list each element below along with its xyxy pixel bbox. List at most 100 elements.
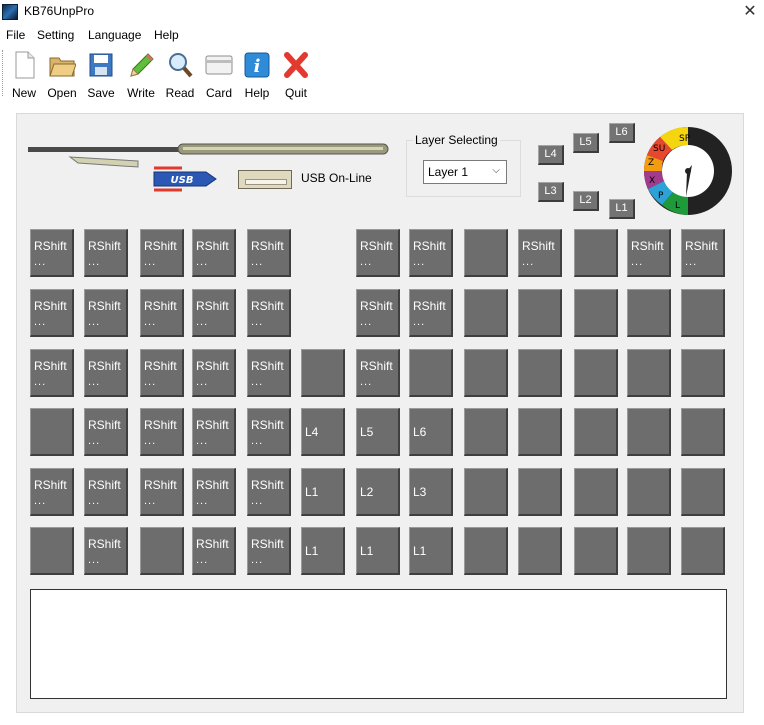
close-window-button[interactable]: ✕ (738, 2, 762, 22)
key-r6-c6[interactable]: L1 (301, 527, 345, 575)
key-r5-c1[interactable]: RShift... (30, 468, 74, 516)
key-r1-c5[interactable]: RShift... (247, 229, 291, 277)
layer-dial[interactable]: SP SU Z X P L (642, 125, 734, 217)
key-r4-c2[interactable]: RShift... (84, 408, 128, 456)
open-button[interactable]: Open (43, 50, 81, 100)
new-button[interactable]: New (5, 50, 43, 100)
key-r3-c13[interactable] (681, 349, 725, 397)
key-r3-c5[interactable]: RShift... (247, 349, 291, 397)
key-r5-c4[interactable]: RShift... (192, 468, 236, 516)
key-r2-c8[interactable]: RShift... (409, 289, 453, 337)
key-r6-c3[interactable] (140, 527, 184, 575)
key-r2-c12[interactable] (627, 289, 671, 337)
write-button[interactable]: Write (122, 50, 160, 100)
key-r3-c8[interactable] (409, 349, 453, 397)
key-r4-c7[interactable]: L5 (356, 408, 400, 456)
key-r3-c12[interactable] (627, 349, 671, 397)
key-r6-c2[interactable]: RShift... (84, 527, 128, 575)
key-r5-c10[interactable] (518, 468, 562, 516)
toolbar-grip[interactable] (2, 50, 4, 96)
key-r3-c9[interactable] (464, 349, 508, 397)
key-r6-c13[interactable] (681, 527, 725, 575)
key-r3-c4[interactable]: RShift... (192, 349, 236, 397)
key-r3-c7[interactable]: RShift... (356, 349, 400, 397)
key-r4-c5[interactable]: RShift... (247, 408, 291, 456)
key-r5-c7[interactable]: L2 (356, 468, 400, 516)
key-r6-c5[interactable]: RShift... (247, 527, 291, 575)
key-r5-c2[interactable]: RShift... (84, 468, 128, 516)
key-r4-c6[interactable]: L4 (301, 408, 345, 456)
key-r5-c11[interactable] (574, 468, 618, 516)
key-r6-c9[interactable] (464, 527, 508, 575)
layer-button-l4[interactable]: L4 (538, 145, 564, 165)
key-r6-c12[interactable] (627, 527, 671, 575)
output-text-area[interactable] (30, 589, 727, 699)
layer-button-l3[interactable]: L3 (538, 182, 564, 202)
key-r2-c2[interactable]: RShift... (84, 289, 128, 337)
key-r2-c4[interactable]: RShift... (192, 289, 236, 337)
key-label: RShift (360, 299, 393, 313)
key-r4-c3[interactable]: RShift... (140, 408, 184, 456)
key-r4-c11[interactable] (574, 408, 618, 456)
key-r6-c8[interactable]: L1 (409, 527, 453, 575)
read-button[interactable]: Read (161, 50, 199, 100)
key-r2-c3[interactable]: RShift... (140, 289, 184, 337)
key-r4-c8[interactable]: L6 (409, 408, 453, 456)
layer-button-l6[interactable]: L6 (609, 123, 635, 143)
key-r6-c10[interactable] (518, 527, 562, 575)
key-r3-c3[interactable]: RShift... (140, 349, 184, 397)
key-r6-c11[interactable] (574, 527, 618, 575)
key-r6-c4[interactable]: RShift... (192, 527, 236, 575)
key-r6-c1[interactable] (30, 527, 74, 575)
key-r1-c1[interactable]: RShift... (30, 229, 74, 277)
card-button[interactable]: Card (200, 50, 238, 100)
key-r4-c12[interactable] (627, 408, 671, 456)
key-r1-c12[interactable]: RShift... (627, 229, 671, 277)
key-r1-c13[interactable]: RShift... (681, 229, 725, 277)
save-button[interactable]: Save (82, 50, 120, 100)
key-r2-c7[interactable]: RShift... (356, 289, 400, 337)
key-r4-c4[interactable]: RShift... (192, 408, 236, 456)
key-r5-c3[interactable]: RShift... (140, 468, 184, 516)
key-r2-c11[interactable] (574, 289, 618, 337)
key-r6-c7[interactable]: L1 (356, 527, 400, 575)
quit-button[interactable]: Quit (277, 50, 315, 100)
layer-button-l2[interactable]: L2 (573, 191, 599, 211)
key-r5-c5[interactable]: RShift... (247, 468, 291, 516)
menu-help[interactable]: Help (154, 28, 179, 42)
key-r2-c5[interactable]: RShift... (247, 289, 291, 337)
key-r2-c9[interactable] (464, 289, 508, 337)
key-r2-c13[interactable] (681, 289, 725, 337)
key-r2-c1[interactable]: RShift... (30, 289, 74, 337)
menu-file[interactable]: File (6, 28, 25, 42)
key-r5-c13[interactable] (681, 468, 725, 516)
key-r1-c11[interactable] (574, 229, 618, 277)
key-r1-c4[interactable]: RShift... (192, 229, 236, 277)
key-r1-c7[interactable]: RShift... (356, 229, 400, 277)
layer-button-l1[interactable]: L1 (609, 199, 635, 219)
key-r3-c11[interactable] (574, 349, 618, 397)
menu-setting[interactable]: Setting (37, 28, 74, 42)
key-r4-c1[interactable] (30, 408, 74, 456)
key-r1-c9[interactable] (464, 229, 508, 277)
key-r4-c13[interactable] (681, 408, 725, 456)
key-r1-c3[interactable]: RShift... (140, 229, 184, 277)
key-r1-c2[interactable]: RShift... (84, 229, 128, 277)
key-r5-c6[interactable]: L1 (301, 468, 345, 516)
key-r2-c10[interactable] (518, 289, 562, 337)
key-r1-c8[interactable]: RShift... (409, 229, 453, 277)
key-r1-c10[interactable]: RShift... (518, 229, 562, 277)
key-r5-c12[interactable] (627, 468, 671, 516)
menu-language[interactable]: Language (88, 28, 141, 42)
key-r3-c10[interactable] (518, 349, 562, 397)
layer-select[interactable]: Layer 1 ⌵ (423, 160, 507, 184)
key-r4-c10[interactable] (518, 408, 562, 456)
key-r4-c9[interactable] (464, 408, 508, 456)
key-r5-c8[interactable]: L3 (409, 468, 453, 516)
key-r3-c2[interactable]: RShift... (84, 349, 128, 397)
help-button[interactable]: i Help (238, 50, 276, 100)
key-r3-c6[interactable] (301, 349, 345, 397)
key-r5-c9[interactable] (464, 468, 508, 516)
layer-button-l5[interactable]: L5 (573, 133, 599, 153)
key-r3-c1[interactable]: RShift... (30, 349, 74, 397)
